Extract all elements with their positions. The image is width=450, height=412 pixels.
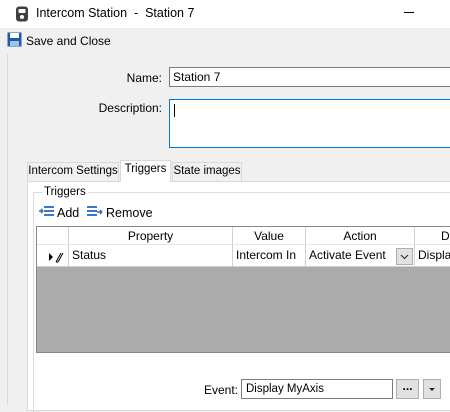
left-divider (7, 54, 8, 404)
add-icon (38, 205, 54, 221)
triggers-grid[interactable]: Property Value Action De Status Intercom… (36, 226, 450, 353)
column-header-value[interactable]: Value (233, 227, 306, 245)
description-label: Description: (98, 101, 162, 115)
chevron-down-icon (400, 254, 409, 260)
description-input[interactable] (169, 99, 450, 148)
save-icon (7, 32, 22, 50)
row-header[interactable] (37, 245, 69, 267)
cell-value[interactable]: Intercom In (233, 245, 306, 267)
column-header-property[interactable]: Property (69, 227, 233, 245)
add-label: Add (57, 206, 80, 220)
tab-state-images[interactable]: State images (172, 162, 242, 181)
window-title: Intercom Station - Station 7 (36, 6, 195, 20)
intercom-station-icon (15, 6, 29, 22)
action-dropdown-button[interactable] (396, 248, 413, 265)
cell-description[interactable]: Displa (415, 245, 450, 267)
text-caret (174, 104, 175, 117)
column-header-action[interactable]: Action (306, 227, 415, 245)
event-input[interactable]: Display MyAxis (241, 379, 393, 399)
remove-label: Remove (106, 206, 153, 220)
tab-intercom-settings[interactable]: Intercom Settings (27, 162, 119, 181)
save-and-close-label: Save and Close (26, 34, 111, 48)
save-and-close-button[interactable]: Save and Close (7, 32, 111, 50)
add-trigger-button[interactable]: Add (38, 205, 79, 221)
name-input[interactable]: Station 7 (169, 67, 450, 87)
event-label: Event: (204, 383, 239, 397)
chevron-down-icon (429, 388, 435, 391)
grid-corner-header (37, 227, 69, 245)
toolbar: Save and Close (0, 28, 450, 54)
remove-icon (87, 205, 103, 221)
minimize-button[interactable] (404, 12, 414, 13)
event-dropdown-button[interactable] (423, 379, 441, 399)
event-browse-button[interactable]: ... (396, 379, 419, 399)
triggers-group-label: Triggers (42, 186, 88, 198)
name-label: Name: (126, 71, 162, 85)
column-header-description[interactable]: De (415, 227, 450, 245)
cell-property[interactable]: Status (69, 245, 233, 267)
title-bar: Intercom Station - Station 7 (0, 0, 450, 28)
tab-triggers[interactable]: Triggers (120, 160, 171, 182)
remove-trigger-button[interactable]: Remove (87, 205, 153, 221)
